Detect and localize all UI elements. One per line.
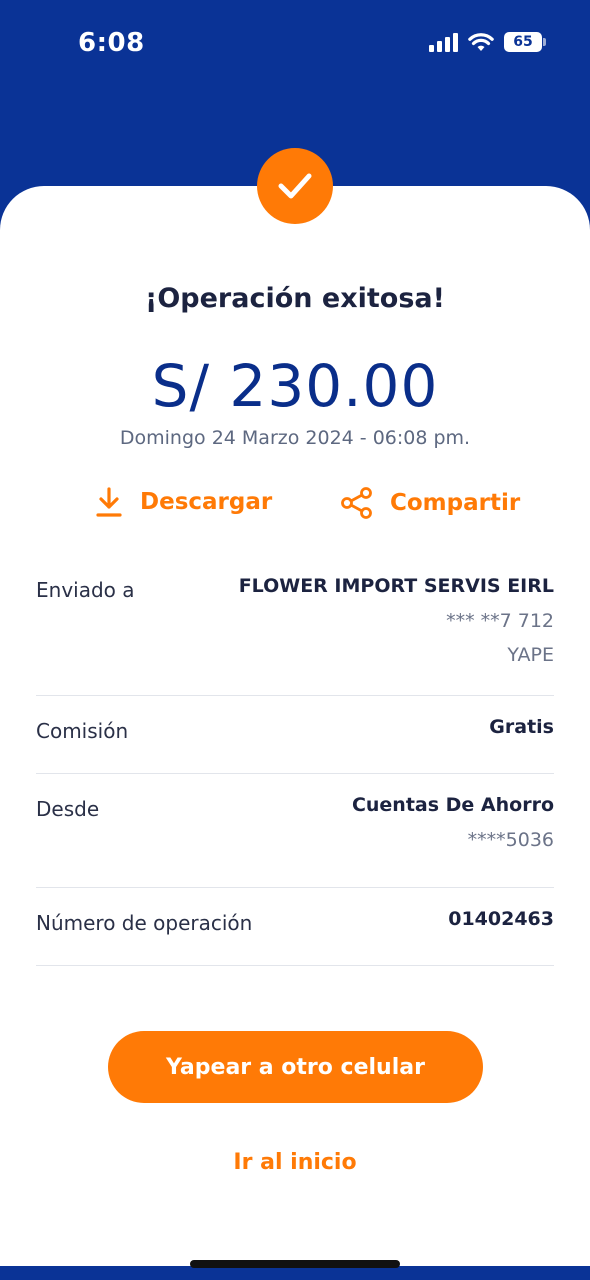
download-label: Descargar <box>140 489 273 515</box>
screen: 6:08 65 ¡Operación exitosa! S/ 230.00 Do… <box>0 0 590 1280</box>
share-label: Compartir <box>390 490 521 516</box>
success-title: ¡Operación exitosa! <box>145 283 445 314</box>
recipient-label: Enviado a <box>36 578 135 602</box>
from-values: Cuentas De Ahorro ****5036 <box>352 774 554 887</box>
operation-number-label: Número de operación <box>36 911 253 935</box>
recipient-row: Enviado a FLOWER IMPORT SERVIS EIRL *** … <box>36 555 554 696</box>
download-button[interactable]: Descargar <box>94 486 272 518</box>
recipient-phone: *** **7 712 <box>446 610 554 632</box>
share-icon <box>341 487 372 519</box>
home-indicator <box>190 1260 400 1268</box>
wifi-icon <box>468 33 494 51</box>
commission-values: Gratis <box>489 696 554 773</box>
success-badge <box>257 148 333 224</box>
checkmark-icon <box>278 173 312 199</box>
recipient-channel: YAPE <box>507 644 554 666</box>
from-row: Desde Cuentas De Ahorro ****5036 <box>36 774 554 888</box>
status-bar: 6:08 65 <box>0 0 590 90</box>
amount: S/ 230.00 <box>151 352 439 420</box>
status-time: 6:08 <box>78 28 145 58</box>
download-icon <box>96 487 122 517</box>
battery-level: 65 <box>513 34 533 50</box>
commission-label: Comisión <box>36 719 129 743</box>
recipient-values: FLOWER IMPORT SERVIS EIRL *** **7 712 YA… <box>239 555 554 695</box>
from-account: Cuentas De Ahorro <box>351 794 554 816</box>
receipt-actions: Descargar Compartir <box>0 486 590 526</box>
operation-number: 01402463 <box>448 908 554 930</box>
share-button[interactable]: Compartir <box>340 486 520 520</box>
commission-value: Gratis <box>489 716 554 738</box>
battery-icon: 65 <box>504 32 546 52</box>
from-account-number: ****5036 <box>467 829 554 851</box>
operation-date: Domingo 24 Marzo 2024 - 06:08 pm. <box>119 427 471 449</box>
commission-row: Comisión Gratis <box>36 696 554 774</box>
operation-number-values: 01402463 <box>448 888 554 965</box>
status-icons: 65 <box>429 32 546 52</box>
cellular-signal-icon <box>429 32 458 52</box>
go-home-link[interactable]: Ir al inicio <box>0 1150 590 1175</box>
recipient-name: FLOWER IMPORT SERVIS EIRL <box>238 575 554 597</box>
from-label: Desde <box>36 797 100 821</box>
yapear-again-button[interactable]: Yapear a otro celular <box>108 1031 483 1103</box>
operation-details: Enviado a FLOWER IMPORT SERVIS EIRL *** … <box>36 555 554 966</box>
bottom-strip <box>0 1266 590 1280</box>
operation-number-row: Número de operación 01402463 <box>36 888 554 966</box>
